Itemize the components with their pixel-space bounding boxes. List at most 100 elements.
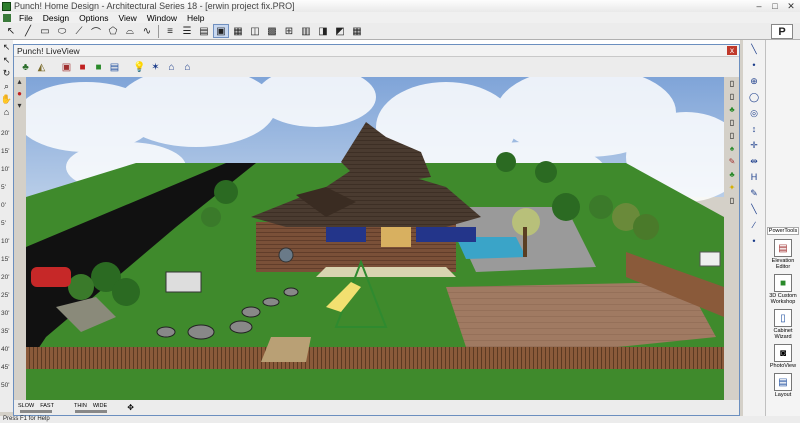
table-icon[interactable]: ▦	[349, 24, 365, 38]
mailbox	[699, 251, 721, 267]
select-arrow-icon[interactable]: ↖	[1, 41, 13, 53]
menu-view[interactable]: View	[113, 13, 141, 23]
diagonal-icon[interactable]: ╲	[747, 202, 761, 216]
curve-icon[interactable]: ∕	[747, 218, 761, 232]
view-mode-3-icon[interactable]: ▦	[230, 24, 246, 38]
pointer-icon[interactable]: ↖	[3, 24, 19, 38]
object-tool-5-icon[interactable]: ▯	[726, 194, 738, 206]
view-mode-1-icon[interactable]: ▤	[196, 24, 212, 38]
rotate-icon[interactable]: ↻	[1, 67, 13, 79]
liveview-bottom-bar: SLOW FAST THIN WIDE ✥	[14, 400, 739, 415]
object-tool-1-icon[interactable]: ▯	[726, 77, 738, 89]
tree-2-icon[interactable]: ♣	[726, 168, 738, 180]
view-mode-4-icon[interactable]: ◫	[247, 24, 263, 38]
powertool-3d-workshop[interactable]: ■ 3D Custom Workshop	[766, 274, 800, 305]
menu-file[interactable]: File	[14, 13, 38, 23]
view-mode-2-icon[interactable]: ▣	[213, 24, 229, 38]
grid-icon[interactable]: ▩	[264, 24, 280, 38]
height-icon[interactable]: H	[747, 170, 761, 184]
ruler-label: 20'	[1, 130, 10, 137]
powertool-cabinet-wizard[interactable]: ▯ Cabinet Wizard	[766, 309, 800, 340]
maximize-button[interactable]: □	[768, 0, 782, 12]
powertool-label: Layout	[774, 392, 792, 398]
crosshair-icon[interactable]: ⊕	[747, 74, 761, 88]
layers-icon[interactable]: ▥	[298, 24, 314, 38]
vertical-ruler: 20' 15' 10' 5' 0' 5' 10' 15' 20' 25' 30'…	[0, 130, 13, 412]
object-tool-4-icon[interactable]: ▯	[726, 129, 738, 141]
zoom-icon[interactable]: ⌕	[1, 80, 13, 92]
liveview-window: Punch! LiveView x ♣ ◭ ▣ ■ ■ ▤ 💡 ✶ ⌂ ⌂ ▴ …	[13, 44, 740, 416]
distribute-icon[interactable]: ☰	[179, 24, 195, 38]
liveview-close-button[interactable]: x	[727, 46, 737, 55]
tree-icon[interactable]: ♠	[726, 142, 738, 154]
wall-tool-icon[interactable]: ▭	[37, 24, 53, 38]
measure-icon[interactable]: ⇹	[747, 154, 761, 168]
powertools-panel: PowerTools ▤ Elevation Editor ■ 3D Custo…	[765, 40, 800, 416]
point-icon[interactable]: •	[747, 58, 761, 72]
freehand-tool-icon[interactable]: ∿	[139, 24, 155, 38]
menu-help[interactable]: Help	[182, 13, 209, 23]
porch-steps	[316, 267, 456, 277]
paint-icon[interactable]: ✎	[726, 155, 738, 167]
powertool-label: 3D Custom Workshop	[769, 293, 797, 305]
wireframe-icon[interactable]: ▣	[59, 60, 74, 75]
ruler-label: 10'	[1, 166, 10, 173]
powertool-photoview[interactable]: ◙ PhotoView	[766, 344, 800, 369]
diagonal-tool-icon[interactable]: ⟋	[71, 24, 87, 38]
nav-down-icon[interactable]: ▾	[15, 101, 24, 110]
thin-label: THIN	[73, 402, 87, 409]
lens-track[interactable]	[74, 409, 107, 413]
arc-tool-icon[interactable]: ⌓	[122, 24, 138, 38]
line-tool-icon[interactable]: ╱	[20, 24, 36, 38]
columns-icon[interactable]: ◨	[315, 24, 331, 38]
powertool-elevation-editor[interactable]: ▤ Elevation Editor	[766, 239, 800, 270]
house-view-icon[interactable]: ⌂	[164, 60, 179, 75]
ellipse-tool-icon[interactable]: ⬭	[54, 24, 70, 38]
close-button[interactable]: ✕	[784, 0, 798, 12]
curve-tool-icon[interactable]: ⌒	[88, 24, 104, 39]
target-icon[interactable]: ◎	[747, 106, 761, 120]
move-arrows-icon[interactable]: ✥	[127, 403, 134, 412]
solid-red-icon[interactable]: ■	[75, 60, 90, 75]
lens-slider[interactable]: THIN WIDE	[74, 403, 107, 413]
dimension-icon[interactable]: ↕	[747, 122, 761, 136]
object-tool-2-icon[interactable]: ▯	[726, 90, 738, 102]
plant-icon[interactable]: ♣	[726, 103, 738, 115]
textured-icon[interactable]: ▤	[107, 60, 122, 75]
floor-plan-icon[interactable]: ⊞	[281, 24, 297, 38]
node-icon[interactable]: •	[747, 234, 761, 248]
menu-design[interactable]: Design	[38, 13, 74, 23]
speed-track[interactable]	[19, 409, 52, 413]
select-arrow-2-icon[interactable]: ↖	[1, 54, 13, 66]
object-tool-3-icon[interactable]: ▯	[726, 116, 738, 128]
nav-arrow-icon[interactable]: ▴	[15, 77, 24, 86]
powertool-layout[interactable]: ▤ Layout	[766, 373, 800, 398]
side-awning	[416, 227, 476, 242]
light-bulb-icon[interactable]: 💡	[132, 60, 147, 75]
minimize-button[interactable]: –	[752, 0, 766, 12]
polygon-tool-icon[interactable]: ⬠	[105, 24, 121, 38]
circle-icon[interactable]: ◯	[747, 90, 761, 104]
line-icon[interactable]: ╲	[747, 42, 761, 56]
sun-icon[interactable]: ✶	[148, 60, 163, 75]
stack-icon[interactable]: ◩	[332, 24, 348, 38]
camera-icon: ◙	[774, 344, 792, 362]
walk-icon[interactable]: ⌂	[1, 106, 13, 118]
menu-window[interactable]: Window	[142, 13, 182, 23]
nav-red-icon[interactable]: ●	[15, 89, 24, 98]
powertools-header: PowerTools	[767, 227, 799, 235]
render-person-icon[interactable]: ♣	[18, 60, 33, 75]
pan-hand-icon[interactable]: ✋	[1, 93, 13, 105]
house-view-2-icon[interactable]: ⌂	[180, 60, 195, 75]
light-icon[interactable]: ✦	[726, 181, 738, 193]
pencil-icon[interactable]: ✎	[747, 186, 761, 200]
align-icon[interactable]: ≡	[162, 24, 178, 38]
3d-scene-view[interactable]	[26, 77, 724, 400]
solid-green-icon[interactable]: ■	[91, 60, 106, 75]
terrain-icon[interactable]: ◭	[34, 60, 49, 75]
plus-icon[interactable]: ✛	[747, 138, 761, 152]
window-title: Punch! Home Design - Architectural Serie…	[14, 1, 295, 11]
menu-options[interactable]: Options	[74, 13, 113, 23]
main-toolbar: ↖ ╱ ▭ ⬭ ⟋ ⌒ ⬠ ⌓ ∿ ≡ ☰ ▤ ▣ ▦ ◫ ▩ ⊞ ▥ ◨ ◩ …	[0, 23, 800, 40]
speed-slider[interactable]: SLOW FAST	[18, 403, 54, 413]
